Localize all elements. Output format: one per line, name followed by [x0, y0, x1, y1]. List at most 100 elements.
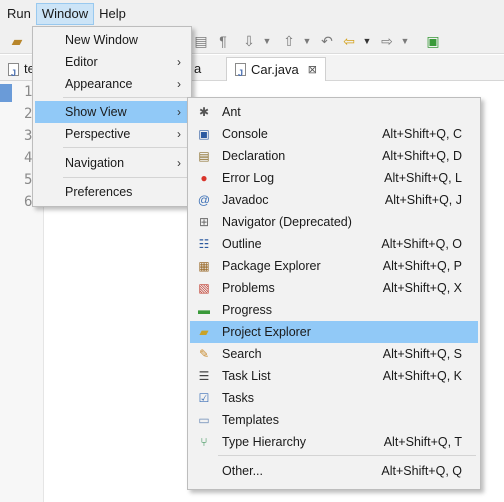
menu-item-perspective[interactable]: Perspective ›: [35, 123, 189, 145]
shortcut-label: Alt+Shift+Q, X: [382, 281, 462, 295]
previous-annotation-icon[interactable]: ⇧: [280, 32, 298, 50]
shortcut-label: Alt+Shift+Q, S: [382, 347, 462, 361]
java-file-icon: [8, 62, 19, 84]
menu-item-navigation[interactable]: Navigation ›: [35, 152, 189, 174]
show-view-submenu: ✱ Ant ▣ Console Alt+Shift+Q, C ▤ Declara…: [187, 97, 481, 490]
menu-help[interactable]: Help: [94, 4, 131, 24]
menu-item-other[interactable]: Other... Alt+Shift+Q, Q: [190, 460, 478, 482]
current-line-marker: [0, 84, 12, 102]
templates-icon: ▭: [198, 413, 210, 427]
forward-icon[interactable]: ⇨: [378, 32, 396, 50]
tab-car-java[interactable]: Car.java ⊠: [226, 57, 326, 84]
menu-separator: [63, 147, 187, 148]
menu-item-label: Project Explorer: [222, 325, 311, 339]
menu-item-templates[interactable]: ▭ Templates: [190, 409, 478, 431]
chevron-right-icon: ›: [177, 77, 181, 91]
menu-item-label: Task List: [222, 369, 271, 383]
menu-item-tasks[interactable]: ☑ Tasks: [190, 387, 478, 409]
shortcut-label: Alt+Shift+Q, T: [383, 435, 462, 449]
menu-item-label: Navigator (Deprecated): [222, 215, 352, 229]
menu-item-label: Appearance: [65, 77, 133, 91]
menu-item-label: Progress: [222, 303, 273, 317]
menu-separator: [63, 177, 187, 178]
menu-item-navigator[interactable]: ⊞ Navigator (Deprecated): [190, 211, 478, 233]
menu-separator: [218, 455, 476, 456]
declaration-icon: ▤: [198, 149, 210, 163]
shortcut-label: Alt+Shift+Q, P: [382, 259, 462, 273]
package-explorer-icon: ▦: [198, 259, 210, 273]
menu-item-project-explorer[interactable]: ▰ Project Explorer: [190, 321, 478, 343]
outline-icon: ☷: [198, 237, 210, 251]
task-list-icon: ☰: [198, 369, 210, 383]
back-dropdown-icon[interactable]: ▼: [358, 32, 376, 50]
shortcut-label: Alt+Shift+Q, D: [382, 149, 462, 163]
chevron-right-icon: ›: [177, 105, 181, 119]
tasks-icon: ☑: [198, 391, 210, 405]
menu-item-appearance[interactable]: Appearance ›: [35, 73, 189, 95]
menu-item-label: Package Explorer: [222, 259, 321, 273]
ant-icon: ✱: [198, 105, 210, 119]
menu-item-type-hierarchy[interactable]: ⑂ Type Hierarchy Alt+Shift+Q, T: [190, 431, 478, 453]
chevron-right-icon: ›: [177, 127, 181, 141]
menu-item-label: Other...: [222, 464, 263, 478]
menu-item-label: Ant: [222, 105, 241, 119]
menu-item-label: Navigation: [65, 156, 125, 170]
shortcut-label: Alt+Shift+Q, C: [382, 127, 462, 141]
problems-icon: ▧: [198, 281, 210, 295]
menu-item-error-log[interactable]: ● Error Log Alt+Shift+Q, L: [190, 167, 478, 189]
menu-item-label: Console: [222, 127, 268, 141]
menu-item-preferences[interactable]: Preferences: [35, 181, 189, 203]
menu-item-search[interactable]: ✎ Search Alt+Shift+Q, S: [190, 343, 478, 365]
shortcut-label: Alt+Shift+Q, O: [381, 237, 462, 251]
menu-item-label: Javadoc: [222, 193, 269, 207]
menu-item-new-window[interactable]: New Window: [35, 29, 189, 51]
format-icon[interactable]: ▤: [192, 32, 210, 50]
open-folder-icon[interactable]: ▰: [8, 32, 26, 50]
java-file-icon: [235, 62, 246, 84]
menu-run[interactable]: Run: [2, 4, 36, 24]
menu-item-show-view[interactable]: Show View ›: [35, 101, 189, 123]
project-explorer-icon: ▰: [199, 325, 209, 339]
error-log-icon: ●: [200, 171, 208, 185]
menu-window[interactable]: Window: [35, 3, 95, 25]
menu-item-javadoc[interactable]: @ Javadoc Alt+Shift+Q, J: [190, 189, 478, 211]
menu-item-label: Outline: [222, 237, 262, 251]
tab-label: a: [194, 61, 202, 76]
menu-item-label: Problems: [222, 281, 275, 295]
menu-item-progress[interactable]: ▬ Progress: [190, 299, 478, 321]
console-icon: ▣: [198, 127, 210, 141]
last-edit-icon[interactable]: ↶: [318, 32, 336, 50]
chevron-right-icon: ›: [177, 156, 181, 170]
paragraph-icon[interactable]: ¶: [214, 32, 232, 50]
menu-item-package-explorer[interactable]: ▦ Package Explorer Alt+Shift+Q, P: [190, 255, 478, 277]
menu-item-task-list[interactable]: ☰ Task List Alt+Shift+Q, K: [190, 365, 478, 387]
menu-item-label: Tasks: [222, 391, 254, 405]
navigator-icon: ⊞: [198, 215, 210, 229]
next-annotation-icon[interactable]: ⇩: [240, 32, 258, 50]
menu-item-editor[interactable]: Editor ›: [35, 51, 189, 73]
menu-bar: Run Window Help: [0, 0, 504, 28]
menu-item-label: Show View: [65, 105, 127, 119]
menu-item-ant[interactable]: ✱ Ant: [190, 101, 478, 123]
menu-item-declaration[interactable]: ▤ Declaration Alt+Shift+Q, D: [190, 145, 478, 167]
menu-item-label: Editor: [65, 55, 98, 69]
close-icon[interactable]: ⊠: [308, 59, 317, 81]
tab-label: Car.java: [251, 61, 299, 77]
menu-item-label: Preferences: [65, 185, 133, 199]
menu-item-label: Error Log: [222, 171, 275, 185]
open-perspective-icon[interactable]: ▣: [424, 32, 442, 50]
menu-item-label: New Window: [65, 33, 138, 47]
previous-annotation-dropdown-icon[interactable]: ▼: [298, 32, 316, 50]
menu-item-outline[interactable]: ☷ Outline Alt+Shift+Q, O: [190, 233, 478, 255]
forward-dropdown-icon[interactable]: ▼: [396, 32, 414, 50]
menu-item-console[interactable]: ▣ Console Alt+Shift+Q, C: [190, 123, 478, 145]
shortcut-label: Alt+Shift+Q, K: [382, 369, 462, 383]
type-hierarchy-icon: ⑂: [200, 435, 208, 449]
menu-item-label: Type Hierarchy: [222, 435, 307, 449]
shortcut-label: Alt+Shift+Q, Q: [381, 464, 462, 478]
progress-icon: ▬: [198, 303, 210, 317]
menu-item-problems[interactable]: ▧ Problems Alt+Shift+Q, X: [190, 277, 478, 299]
back-icon[interactable]: ⇦: [340, 32, 358, 50]
next-annotation-dropdown-icon[interactable]: ▼: [258, 32, 276, 50]
shortcut-label: Alt+Shift+Q, J: [384, 193, 462, 207]
